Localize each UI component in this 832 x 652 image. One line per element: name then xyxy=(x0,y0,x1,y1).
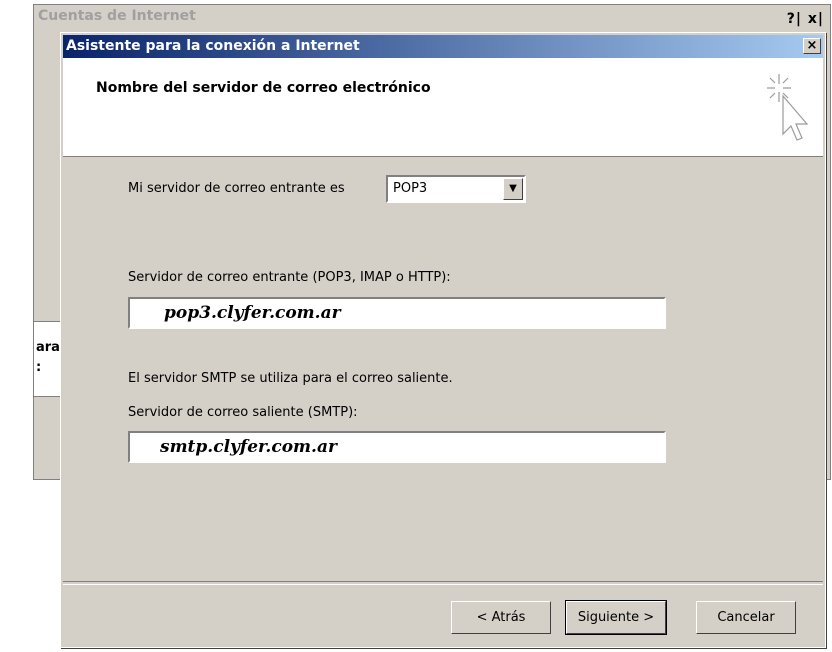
footer-divider xyxy=(63,581,823,585)
incoming-server-type-value: POP3 xyxy=(393,181,428,196)
wizard-header: Nombre del servidor de correo electrónic… xyxy=(63,58,823,157)
background-window-title: Cuentas de Internet xyxy=(38,8,196,24)
background-fragment-text-1: ara xyxy=(36,340,60,355)
incoming-server-input[interactable]: pop3.clyfer.com.ar xyxy=(128,297,666,329)
smtp-note: El servidor SMTP se utiliza para el corr… xyxy=(128,371,453,386)
cancel-button[interactable]: Cancelar xyxy=(696,601,796,634)
dialog-title: Asistente para la conexión a Internet xyxy=(66,38,360,54)
outgoing-server-label: Servidor de correo saliente (SMTP): xyxy=(128,405,358,420)
close-icon: × xyxy=(806,38,818,53)
dialog-titlebar[interactable]: Asistente para la conexión a Internet × xyxy=(63,35,823,58)
incoming-type-label: Mi servidor de correo entrante es xyxy=(128,181,345,196)
background-fragment-text-2: : xyxy=(36,360,42,375)
chevron-down-icon[interactable]: ▼ xyxy=(503,178,523,200)
outgoing-server-input[interactable]: smtp.clyfer.com.ar xyxy=(128,431,666,463)
incoming-server-type-select[interactable]: POP3 ▼ xyxy=(386,175,526,203)
close-button[interactable]: × xyxy=(803,38,821,54)
background-window-title-buttons[interactable]: ?| x| xyxy=(787,8,824,30)
next-button[interactable]: Siguiente > xyxy=(565,600,667,635)
incoming-server-value: pop3.clyfer.com.ar xyxy=(164,303,341,323)
background-window-titlebar: Cuentas de Internet ?| x| xyxy=(34,5,830,29)
outgoing-server-value: smtp.clyfer.com.ar xyxy=(160,437,337,457)
wizard-cursor-sparkle-icon xyxy=(767,74,809,141)
incoming-server-label: Servidor de correo entrante (POP3, IMAP … xyxy=(128,270,451,285)
page-title: Nombre del servidor de correo electrónic… xyxy=(96,80,431,96)
back-button[interactable]: < Atrás xyxy=(451,601,551,634)
internet-connection-wizard-dialog: Asistente para la conexión a Internet × … xyxy=(60,32,826,648)
